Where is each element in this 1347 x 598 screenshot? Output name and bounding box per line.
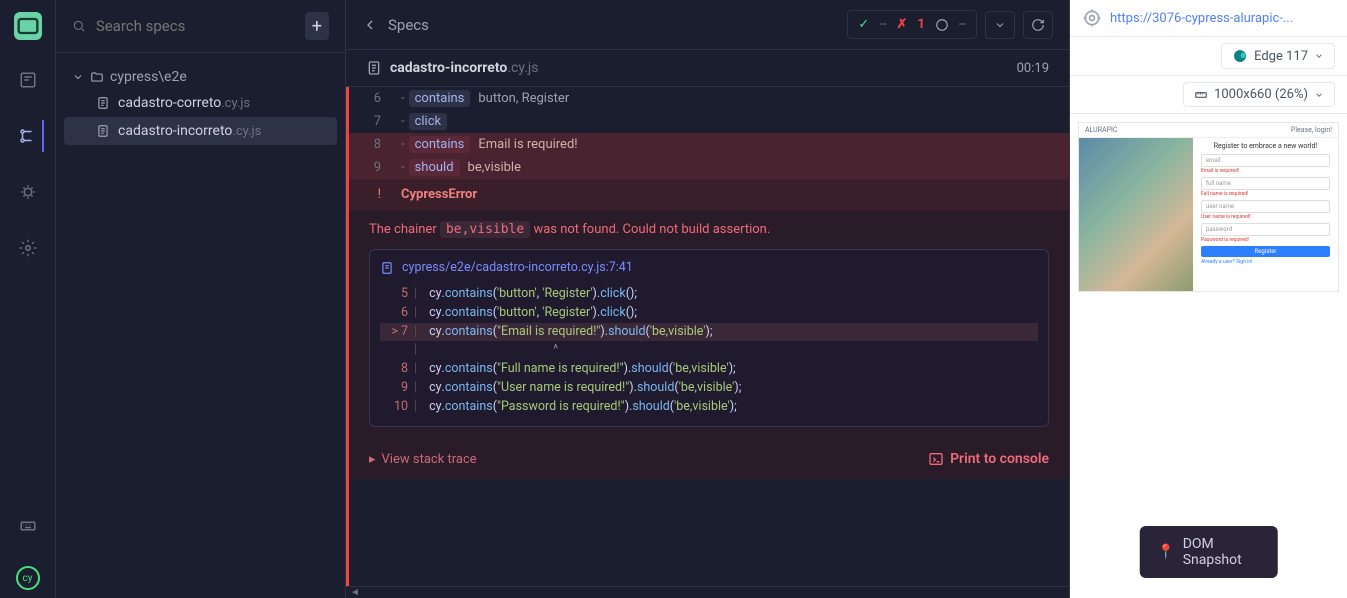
print-to-console[interactable]: Print to console [928, 451, 1049, 467]
code-line: 9| cy.contains("User name is required!")… [380, 379, 1038, 398]
command-row[interactable]: 8-containsEmail is required! [349, 133, 1069, 156]
chevron-down-icon [72, 71, 84, 83]
pending-icon [935, 18, 949, 32]
command-args: button, Register [478, 91, 569, 106]
preview-error: Full name is required! [1201, 191, 1330, 197]
test-status: ✓ -- ✗ 1 -- [847, 10, 977, 39]
dom-snapshot-badge[interactable]: 📍 DOM Snapshot [1139, 526, 1278, 578]
pending-count: -- [959, 17, 966, 32]
settings-icon[interactable] [12, 232, 44, 264]
folder-icon [90, 70, 104, 84]
preview-login: Please, login! [1291, 126, 1332, 134]
viewport-selector[interactable]: 1000x660 (26%) [1183, 82, 1335, 107]
command-row[interactable]: 7-click [349, 110, 1069, 133]
tree-file[interactable]: cadastro-incorreto.cy.js [64, 117, 337, 145]
view-stack-trace[interactable]: ▸View stack trace [369, 452, 477, 467]
add-spec-button[interactable]: + [305, 12, 329, 40]
chevron-down-icon [1314, 51, 1324, 61]
tree-folder[interactable]: cypress\e2e [64, 65, 337, 89]
code-line: | ^ [380, 341, 1038, 360]
command-name: contains [409, 90, 471, 107]
preview-signin-link: Already a user? Sign in! [1201, 259, 1330, 265]
file-name: cadastro-incorreto [118, 123, 232, 139]
preview-panel: https://3076-cypress-alurapic-... Edge 1… [1069, 0, 1347, 598]
spec-tree: cypress\e2e cadastro-correto.cy.jscadast… [56, 53, 345, 157]
icon-sidebar: cy [0, 0, 56, 598]
command-name: should [409, 159, 460, 176]
error-header: ! CypressError [349, 179, 1069, 210]
command-name: contains [409, 136, 471, 153]
preview-input: user name [1201, 200, 1330, 213]
reload-button[interactable] [1023, 11, 1053, 39]
error-file-link[interactable]: cypress/e2e/cadastro-incorreto.cy.js:7:4… [380, 260, 1038, 275]
folder-label: cypress\e2e [110, 69, 187, 85]
command-row[interactable]: 6-containsbutton, Register [349, 87, 1069, 110]
debug-icon[interactable] [12, 176, 44, 208]
preview-image [1079, 138, 1193, 292]
pass-icon: ✓ [858, 17, 869, 32]
preview-error: Password is required! [1201, 237, 1330, 243]
preview-form: Register to embrace a new world! emailEm… [1193, 138, 1338, 292]
file-icon [96, 96, 110, 110]
preview-input: password [1201, 223, 1330, 236]
back-to-specs[interactable]: Specs [362, 16, 429, 34]
chevron-down-icon [1314, 90, 1324, 100]
code-line: 7| cy.contains("Email is required!").sho… [380, 323, 1038, 342]
command-args: be,visible [468, 160, 521, 175]
command-name: click [409, 113, 448, 130]
back-label: Specs [388, 16, 429, 34]
edge-icon [1232, 48, 1248, 64]
preview-input: email [1201, 154, 1330, 167]
fail-icon: ✗ [896, 17, 907, 32]
file-name: cadastro-correto [118, 95, 221, 111]
browser-selector[interactable]: Edge 117 [1221, 43, 1335, 69]
error-title: CypressError [401, 187, 477, 202]
main-panel: Specs ✓ -- ✗ 1 -- cadastro-incorreto.cy.… [346, 0, 1069, 598]
error-body: The chainer be,visible was not found. Co… [349, 210, 1069, 439]
file-icon [380, 261, 394, 275]
code-line: 6| cy.contains('button', 'Register').cli… [380, 304, 1038, 323]
app-preview[interactable]: ALURAPIC Please, login! Register to embr… [1078, 122, 1339, 292]
specs-icon[interactable] [12, 64, 44, 96]
arrow-left-icon [362, 17, 378, 33]
command-log[interactable]: 6-containsbutton, Register7-click8-conta… [346, 87, 1069, 586]
timer: 00:19 [1017, 61, 1049, 76]
selector-icon[interactable] [1082, 8, 1102, 28]
preview-brand: ALURAPIC [1085, 126, 1117, 134]
spec-name: cadastro-incorreto [390, 60, 507, 76]
ruler-icon [1194, 88, 1208, 102]
keyboard-icon[interactable] [12, 510, 44, 542]
file-ext: .cy.js [232, 124, 261, 139]
search-icon [72, 18, 86, 34]
code-block: cypress/e2e/cadastro-incorreto.cy.js:7:4… [369, 249, 1049, 427]
cypress-badge: cy [16, 566, 40, 590]
horizontal-scrollbar[interactable]: ◄ [346, 586, 1069, 598]
chevron-down-button[interactable] [985, 11, 1015, 39]
preview-error: Email is required! [1201, 168, 1330, 174]
file-panel: + cypress\e2e cadastro-correto.cy.jscada… [56, 0, 346, 598]
runs-icon[interactable] [12, 120, 44, 152]
cypress-logo [14, 12, 42, 40]
code-line: 5| cy.contains('button', 'Register').cli… [380, 285, 1038, 304]
tree-file[interactable]: cadastro-correto.cy.js [64, 89, 337, 117]
file-icon [96, 124, 110, 138]
fail-count: 1 [917, 17, 924, 32]
console-icon [928, 451, 944, 467]
search-input[interactable] [96, 17, 295, 35]
command-args: Email is required! [478, 137, 577, 152]
command-row[interactable]: 9-shouldbe,visible [349, 156, 1069, 179]
code-line: 10| cy.contains("Password is required!")… [380, 398, 1038, 417]
preview-error: User name is required! [1201, 214, 1330, 220]
url-display[interactable]: https://3076-cypress-alurapic-... [1110, 11, 1293, 26]
preview-input: full name [1201, 177, 1330, 190]
pass-count: -- [879, 17, 886, 32]
spec-ext: .cy.js [507, 60, 538, 76]
code-line: 8| cy.contains("Full name is required!")… [380, 360, 1038, 379]
file-ext: .cy.js [221, 96, 250, 111]
file-icon [366, 60, 382, 76]
pin-icon: 📍 [1157, 544, 1174, 560]
error-message: The chainer be,visible was not found. Co… [369, 222, 1049, 237]
preview-register-button: Register [1201, 246, 1330, 257]
